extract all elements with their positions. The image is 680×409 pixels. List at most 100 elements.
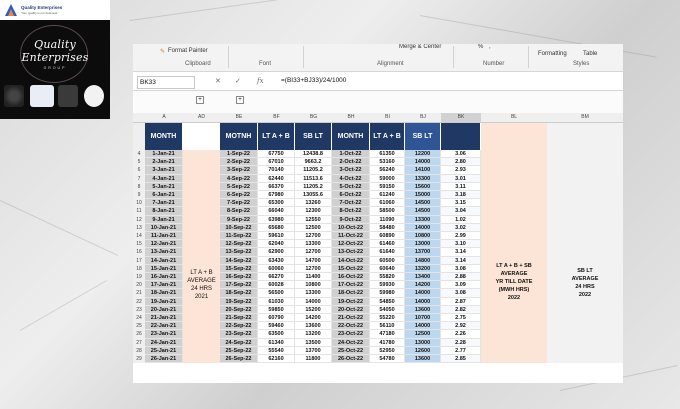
table-cell[interactable]: 14000 — [405, 297, 441, 306]
table-cell[interactable]: 67980 — [258, 191, 295, 200]
table-cell[interactable]: 22-Sep-22 — [220, 322, 258, 331]
table-cell[interactable]: 8-Sep-22 — [220, 207, 258, 216]
table-cell[interactable]: 13-Sep-22 — [220, 248, 258, 257]
table-cell[interactable]: 10-Jan-21 — [145, 223, 183, 232]
table-cell[interactable]: 13200 — [295, 330, 332, 339]
table-cell[interactable]: 66270 — [258, 273, 295, 282]
table-cell[interactable]: 10800 — [295, 281, 332, 290]
table-cell[interactable]: 59000 — [370, 174, 405, 183]
conditional-formatting-button[interactable]: Formatting — [538, 51, 567, 57]
table-cell[interactable]: 1-Jan-21 — [145, 150, 183, 159]
table-cell[interactable]: 9-Sep-22 — [220, 215, 258, 224]
table-cell[interactable]: 15-Sep-22 — [220, 264, 258, 273]
table-cell[interactable]: 18-Jan-21 — [145, 289, 183, 298]
row-number[interactable]: 4 — [133, 150, 145, 159]
table-cell[interactable]: 17-Oct-22 — [332, 281, 370, 290]
table-cell[interactable]: 21-Sep-22 — [220, 314, 258, 323]
table-cell[interactable]: 13000 — [405, 240, 441, 249]
table-cell[interactable]: 7-Jan-21 — [145, 199, 183, 208]
table-cell[interactable]: 10-Oct-22 — [332, 223, 370, 232]
table-cell[interactable]: 2.26 — [441, 330, 481, 339]
column-header-bg[interactable]: BG — [295, 113, 332, 122]
table-cell[interactable]: 9-Jan-21 — [145, 215, 183, 224]
table-cell[interactable]: 20-Oct-22 — [332, 305, 370, 314]
table-cell[interactable]: 13300 — [295, 240, 332, 249]
row-number[interactable]: 19 — [133, 273, 145, 282]
row-number[interactable]: 18 — [133, 264, 145, 273]
table-cell[interactable]: 25-Oct-22 — [332, 346, 370, 355]
table-cell[interactable]: 59460 — [258, 322, 295, 331]
table-cell[interactable]: 12500 — [405, 330, 441, 339]
table-cell[interactable]: 56110 — [370, 322, 405, 331]
row-number[interactable]: 28 — [133, 346, 145, 355]
table-cell[interactable]: 3.18 — [441, 191, 481, 200]
table-cell[interactable]: 60028 — [258, 281, 295, 290]
table-cell[interactable]: 3.01 — [441, 174, 481, 183]
comma-style-button[interactable]: , — [489, 44, 491, 50]
table-cell[interactable]: 12300 — [295, 207, 332, 216]
table-cell[interactable]: 63500 — [258, 330, 295, 339]
table-cell[interactable]: 2.28 — [441, 338, 481, 347]
table-cell[interactable]: 18-Sep-22 — [220, 289, 258, 298]
table-cell[interactable]: 10800 — [405, 232, 441, 241]
table-cell[interactable]: 19-Sep-22 — [220, 297, 258, 306]
table-cell[interactable]: 59930 — [370, 281, 405, 290]
table-cell[interactable]: 60640 — [370, 264, 405, 273]
table-cell[interactable]: 58500 — [370, 207, 405, 216]
table-cell[interactable]: 61060 — [370, 199, 405, 208]
table-cell[interactable]: 17-Sep-22 — [220, 281, 258, 290]
table-cell[interactable]: 14000 — [405, 289, 441, 298]
column-header-bk[interactable]: BK — [441, 113, 481, 122]
table-cell[interactable]: 15-Oct-22 — [332, 264, 370, 273]
row-number[interactable]: 16 — [133, 248, 145, 257]
row-number[interactable]: 20 — [133, 281, 145, 290]
table-cell[interactable]: 3.15 — [441, 199, 481, 208]
table-cell[interactable]: 2.88 — [441, 273, 481, 282]
table-cell[interactable]: 11-Sep-22 — [220, 232, 258, 241]
row-number[interactable]: 25 — [133, 322, 145, 331]
table-cell[interactable]: 14500 — [405, 207, 441, 216]
table-cell[interactable]: 14-Oct-22 — [332, 256, 370, 265]
table-cell[interactable]: 15200 — [295, 305, 332, 314]
table-cell[interactable]: 3-Sep-22 — [220, 166, 258, 175]
table-cell[interactable]: 6-Sep-22 — [220, 191, 258, 200]
table-cell[interactable]: 15000 — [405, 191, 441, 200]
table-cell[interactable]: 13700 — [405, 248, 441, 257]
table-cell[interactable]: 14100 — [405, 166, 441, 175]
table-cell[interactable]: 3.09 — [441, 281, 481, 290]
table-cell[interactable]: 16-Sep-22 — [220, 273, 258, 282]
table-cell[interactable]: 15-Jan-21 — [145, 264, 183, 273]
table-cell[interactable]: 2.75 — [441, 314, 481, 323]
table-cell[interactable]: 26-Oct-22 — [332, 355, 370, 364]
row-number[interactable]: 17 — [133, 256, 145, 265]
table-cell[interactable]: 14-Sep-22 — [220, 256, 258, 265]
row-number[interactable]: 13 — [133, 223, 145, 232]
table-cell[interactable]: 66040 — [258, 207, 295, 216]
row-number[interactable]: 15 — [133, 240, 145, 249]
table-cell[interactable]: 61460 — [370, 240, 405, 249]
table-cell[interactable]: 11-Jan-21 — [145, 232, 183, 241]
table-cell[interactable]: 3.04 — [441, 207, 481, 216]
cancel-icon[interactable]: ✕ — [215, 77, 221, 85]
table-cell[interactable]: 59610 — [258, 232, 295, 241]
table-cell[interactable]: 20-Jan-21 — [145, 305, 183, 314]
table-cell[interactable]: 6-Oct-22 — [332, 191, 370, 200]
table-cell[interactable]: 4-Jan-21 — [145, 174, 183, 183]
table-cell[interactable]: 21-Jan-21 — [145, 314, 183, 323]
table-cell[interactable]: 9-Oct-22 — [332, 215, 370, 224]
table-cell[interactable]: 22-Oct-22 — [332, 322, 370, 331]
table-cell[interactable]: 65300 — [258, 199, 295, 208]
column-header-be[interactable]: BE — [220, 113, 258, 122]
table-cell[interactable]: 21-Oct-22 — [332, 314, 370, 323]
row-number[interactable]: 8 — [133, 182, 145, 191]
table-cell[interactable]: 13600 — [405, 305, 441, 314]
row-number[interactable]: 11 — [133, 207, 145, 216]
table-cell[interactable]: 14500 — [405, 199, 441, 208]
table-cell[interactable]: 66370 — [258, 182, 295, 191]
table-cell[interactable]: 14-Jan-21 — [145, 256, 183, 265]
table-cell[interactable]: 7-Oct-22 — [332, 199, 370, 208]
table-cell[interactable]: 59150 — [370, 182, 405, 191]
table-cell[interactable]: 8-Jan-21 — [145, 207, 183, 216]
table-cell[interactable]: 62040 — [258, 240, 295, 249]
table-cell[interactable]: 59850 — [258, 305, 295, 314]
